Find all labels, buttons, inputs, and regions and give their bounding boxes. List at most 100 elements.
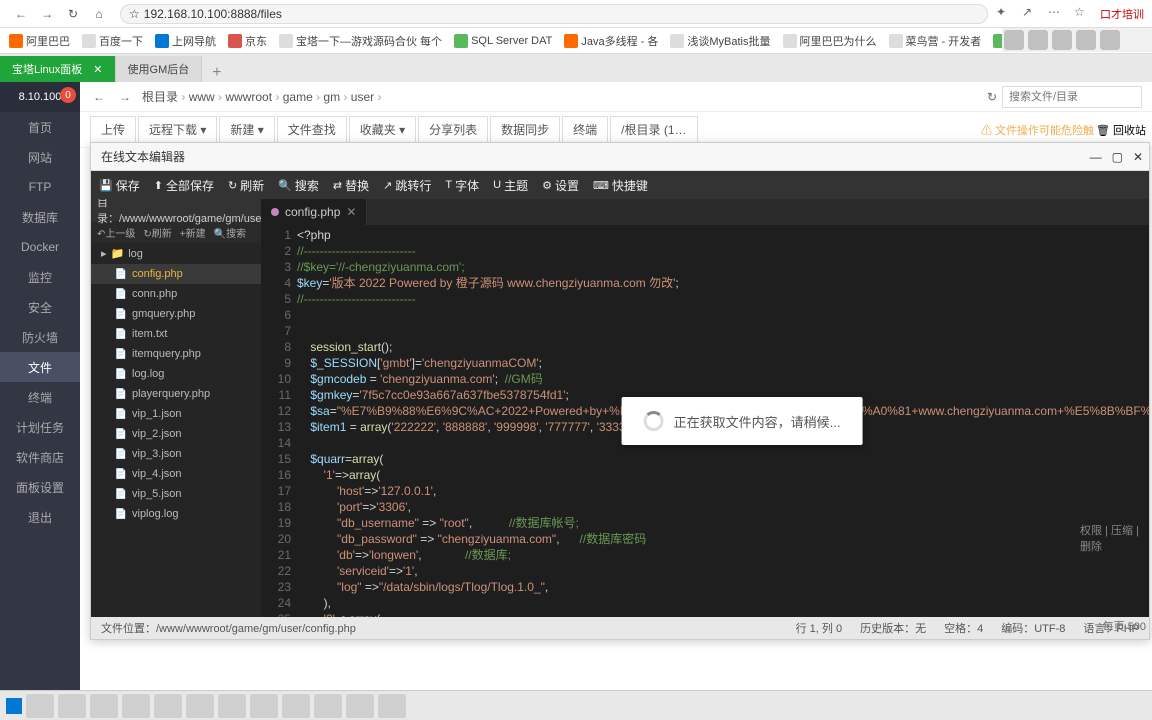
editor-btn-9[interactable]: ⌨快捷键 — [593, 177, 648, 194]
toolbar-btn-5[interactable]: 分享列表 — [418, 116, 488, 143]
toolbar-btn-3[interactable]: 文件查找 — [277, 116, 347, 143]
recycle-button[interactable]: 🗑 回收站 — [1096, 122, 1146, 138]
tree-tool-1[interactable]: ↻刷新 — [143, 225, 171, 240]
minimize-icon[interactable]: — — [1090, 150, 1102, 164]
bookmark-3[interactable]: 京东 — [223, 31, 272, 51]
task-app8[interactable] — [346, 694, 374, 718]
bc-fwd-icon[interactable]: → — [116, 88, 134, 106]
ext-3[interactable] — [1076, 30, 1096, 50]
sidebar-item-12[interactable]: 面板设置 — [0, 472, 80, 502]
forward-button[interactable]: → — [36, 3, 58, 25]
toolbar-btn-6[interactable]: 数据同步 — [490, 116, 560, 143]
tree-tool-3[interactable]: 🔍搜索 — [214, 225, 246, 240]
task-app2[interactable] — [122, 694, 150, 718]
editor-btn-6[interactable]: T字体 — [445, 177, 479, 194]
toolbar-btn-0[interactable]: 上传 — [90, 116, 136, 143]
editor-btn-5[interactable]: ↗跳转行 — [383, 177, 431, 194]
editor-btn-1[interactable]: ⬆全部保存 — [154, 177, 214, 194]
star-icon[interactable]: ☆ — [1074, 5, 1092, 23]
bc-back-icon[interactable]: ← — [90, 88, 108, 106]
tree-file-11[interactable]: 📄vip_5.json — [91, 484, 261, 504]
toolbar-btn-8[interactable]: /根目录 (1… — [610, 116, 697, 143]
task-app1[interactable] — [58, 694, 86, 718]
task-app6[interactable] — [282, 694, 310, 718]
task-app5[interactable] — [250, 694, 278, 718]
tree-file-12[interactable]: 📄viplog.log — [91, 504, 261, 524]
right-ad[interactable]: 口才培训 — [1100, 6, 1144, 22]
tree-file-5[interactable]: 📄log.log — [91, 364, 261, 384]
bookmark-0[interactable]: 阿里巴巴 — [4, 31, 75, 51]
sidebar-item-0[interactable]: 首页 — [0, 112, 80, 142]
editor-btn-8[interactable]: ⚙设置 — [542, 177, 579, 194]
bookmark-8[interactable]: 阿里巴巴为什么 — [778, 31, 882, 51]
bc-refresh-icon[interactable]: ↻ — [987, 90, 997, 104]
task-explorer[interactable] — [90, 694, 118, 718]
tree-file-3[interactable]: 📄item.txt — [91, 324, 261, 344]
sidebar-item-13[interactable]: 退出 — [0, 502, 80, 532]
sidebar-item-11[interactable]: 软件商店 — [0, 442, 80, 472]
code-editor[interactable]: 1234567891011121314151617181920212223242… — [261, 225, 1149, 617]
task-chrome[interactable] — [186, 694, 214, 718]
sidebar-item-8[interactable]: 文件 — [0, 352, 80, 382]
tree-file-9[interactable]: 📄vip_3.json — [91, 444, 261, 464]
toolbar-btn-1[interactable]: 远程下载 ▾ — [138, 116, 217, 143]
tab-0[interactable]: 宝塔Linux面板✕ — [0, 56, 116, 82]
wand-icon[interactable]: ✦ — [996, 5, 1014, 23]
editor-btn-2[interactable]: ↻刷新 — [228, 177, 264, 194]
bookmark-2[interactable]: 上网导航 — [150, 31, 221, 51]
close-tab-icon[interactable]: ✕ — [346, 205, 356, 219]
home-button[interactable]: ⌂ — [88, 3, 110, 25]
url-bar[interactable]: ☆ 192.168.10.100:8888/files — [120, 4, 988, 24]
tree-file-8[interactable]: 📄vip_2.json — [91, 424, 261, 444]
crumb-0[interactable]: 根目录 — [142, 90, 178, 104]
new-tab-button[interactable]: + — [202, 64, 231, 82]
task-app7[interactable] — [314, 694, 342, 718]
crumb-5[interactable]: user — [351, 90, 374, 104]
code-tab-config[interactable]: config.php ✕ — [261, 199, 367, 225]
sidebar-item-3[interactable]: 数据库 — [0, 202, 80, 232]
ext-0[interactable] — [1004, 30, 1024, 50]
sidebar-item-2[interactable]: FTP — [0, 172, 80, 202]
task-app3[interactable] — [154, 694, 182, 718]
tree-file-10[interactable]: 📄vip_4.json — [91, 464, 261, 484]
tree-file-2[interactable]: 📄gmquery.php — [91, 304, 261, 324]
file-search-input[interactable] — [1002, 86, 1142, 108]
ext-4[interactable] — [1100, 30, 1120, 50]
crumb-2[interactable]: wwwroot — [225, 90, 272, 104]
tree-tool-0[interactable]: ↶上一级 — [97, 225, 135, 240]
back-button[interactable]: ← — [10, 3, 32, 25]
maximize-icon[interactable]: ▢ — [1112, 150, 1123, 164]
editor-btn-0[interactable]: 💾保存 — [99, 177, 140, 194]
crumb-3[interactable]: game — [283, 90, 313, 104]
tree-file-0[interactable]: 📄config.php — [91, 264, 261, 284]
bookmark-1[interactable]: 百度一下 — [77, 31, 148, 51]
task-app4[interactable] — [218, 694, 246, 718]
folder-log[interactable]: ▸ 📁 log — [91, 243, 261, 264]
task-app9[interactable] — [378, 694, 406, 718]
close-icon[interactable]: ✕ — [1133, 150, 1143, 164]
editor-btn-3[interactable]: 🔍搜索 — [278, 177, 319, 194]
start-button[interactable] — [6, 698, 22, 714]
bookmark-9[interactable]: 菜鸟营 - 开发者 — [884, 31, 987, 51]
tree-tool-2[interactable]: +新建 — [180, 225, 206, 240]
bookmark-6[interactable]: Java多线程 - 各 — [559, 31, 663, 51]
sidebar-item-4[interactable]: Docker — [0, 232, 80, 262]
sidebar-item-7[interactable]: 防火墙 — [0, 322, 80, 352]
sidebar-item-5[interactable]: 监控 — [0, 262, 80, 292]
tab-1[interactable]: 使用GM后台 — [116, 56, 203, 82]
tree-file-4[interactable]: 📄itemquery.php — [91, 344, 261, 364]
tree-file-7[interactable]: 📄vip_1.json — [91, 404, 261, 424]
editor-btn-7[interactable]: U主题 — [493, 177, 528, 194]
ext-1[interactable] — [1028, 30, 1048, 50]
toolbar-btn-2[interactable]: 新建 ▾ — [219, 116, 274, 143]
toolbar-btn-4[interactable]: 收藏夹 ▾ — [349, 116, 416, 143]
bookmark-7[interactable]: 浅谈MyBatis批量 — [665, 31, 775, 51]
crumb-4[interactable]: gm — [323, 90, 340, 104]
toolbar-btn-7[interactable]: 终端 — [562, 116, 608, 143]
ext-2[interactable] — [1052, 30, 1072, 50]
bookmark-4[interactable]: 宝塔一下—游戏源码合伙 每个 — [274, 31, 447, 51]
editor-btn-4[interactable]: ⇄替换 — [333, 177, 369, 194]
sidebar-item-10[interactable]: 计划任务 — [0, 412, 80, 442]
more-icon[interactable]: ⋯ — [1048, 5, 1066, 23]
refresh-button[interactable]: ↻ — [62, 3, 84, 25]
